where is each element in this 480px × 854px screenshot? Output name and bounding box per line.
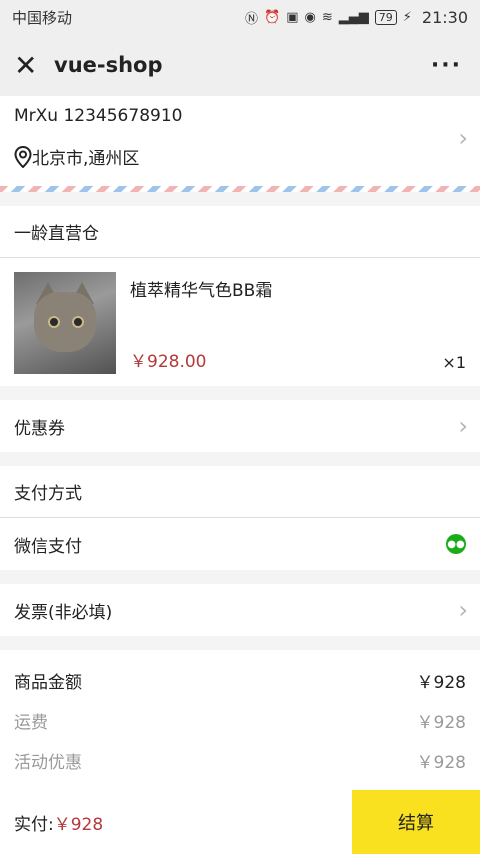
invoice-label: 发票(非必填) [14, 602, 113, 623]
summary-label: 商品金额 [14, 672, 82, 693]
summary-value: ￥928 [416, 752, 466, 773]
checkout-button[interactable]: 结算 [352, 790, 480, 854]
page-title: vue-shop [54, 53, 163, 77]
checkout-bar: 实付:￥928 结算 [0, 790, 480, 854]
total-paid: 实付:￥928 [0, 810, 352, 835]
cat-head [34, 292, 96, 352]
hd-icon: ▣ [286, 9, 299, 25]
coupon-row[interactable]: 优惠券 › [0, 400, 480, 452]
order-summary: 商品金额 ￥928 运费 ￥928 活动优惠 ￥928 [0, 650, 480, 790]
product-name: 植萃精华气色BB霜 [130, 281, 273, 301]
payment-method-label: 微信支付 [14, 536, 82, 557]
summary-row-discount: 活动优惠 ￥928 [14, 740, 466, 780]
product-quantity: ×1 [442, 353, 466, 372]
spacer [0, 452, 480, 466]
product-item[interactable]: 植萃精华气色BB霜 ￥928.00 ×1 [0, 258, 480, 386]
wechat-pay-icon: ●● [446, 534, 466, 554]
signal-icon: ▂▄▆ [338, 9, 369, 25]
store-name: 一龄直营仓 [0, 206, 480, 258]
more-menu-icon[interactable]: ··· [431, 53, 462, 78]
alarm-icon: ⏰ [264, 9, 281, 25]
payment-header-label: 支付方式 [14, 484, 82, 504]
title-bar: ✕ vue-shop ··· [0, 34, 480, 96]
chevron-right-icon: › [458, 596, 468, 624]
summary-value: ￥928 [416, 672, 466, 693]
spacer [0, 386, 480, 400]
eye-icon: ◉ [304, 9, 316, 25]
recipient-name-phone: MrXu 12345678910 [14, 106, 183, 126]
store-name-text: 一龄直营仓 [14, 224, 99, 244]
summary-row-goods: 商品金额 ￥928 [14, 660, 466, 700]
summary-label: 运费 [14, 712, 48, 733]
carrier-text: 中国移动 [12, 8, 73, 27]
summary-value: ￥928 [416, 712, 466, 733]
product-price: ￥928.00 [130, 352, 207, 372]
total-paid-label: 实付: [14, 814, 54, 835]
payment-header: 支付方式 [0, 466, 480, 518]
spacer [0, 570, 480, 584]
spacer [0, 192, 480, 206]
status-bar: 中国移动 Ⓝ ⏰ ▣ ◉ ≋ ▂▄▆ 79 ⚡ 21:30 [0, 0, 480, 34]
chevron-right-icon: › [458, 124, 468, 152]
close-icon[interactable]: ✕ [14, 49, 44, 82]
nfc-icon: Ⓝ [245, 11, 259, 27]
invoice-row[interactable]: 发票(非必填) › [0, 584, 480, 636]
wifi-icon: ≋ [321, 9, 333, 25]
summary-row-shipping: 运费 ￥928 [14, 700, 466, 740]
location-pin-icon [14, 145, 32, 168]
clock-text: 21:30 [421, 7, 468, 27]
battery-icon: 79 [374, 9, 397, 25]
cat-eye-right [72, 316, 84, 328]
product-image [14, 272, 116, 374]
spacer [0, 636, 480, 650]
address-card[interactable]: MrXu 12345678910 北京市,通州区 › [0, 96, 480, 186]
summary-label: 活动优惠 [14, 752, 82, 773]
coupon-label: 优惠券 [14, 418, 65, 439]
chevron-right-icon: › [458, 412, 468, 440]
total-paid-amount: ￥928 [53, 814, 104, 835]
address-location-text: 北京市,通州区 [32, 149, 140, 169]
address-location: 北京市,通州区 [14, 144, 466, 169]
status-icons: Ⓝ ⏰ ▣ ◉ ≋ ▂▄▆ 79 ⚡ 21:30 [245, 8, 468, 27]
payment-method-wechat[interactable]: 微信支付 ●● [0, 518, 480, 570]
charging-icon: ⚡ [402, 9, 412, 25]
cat-eye-left [48, 316, 60, 328]
